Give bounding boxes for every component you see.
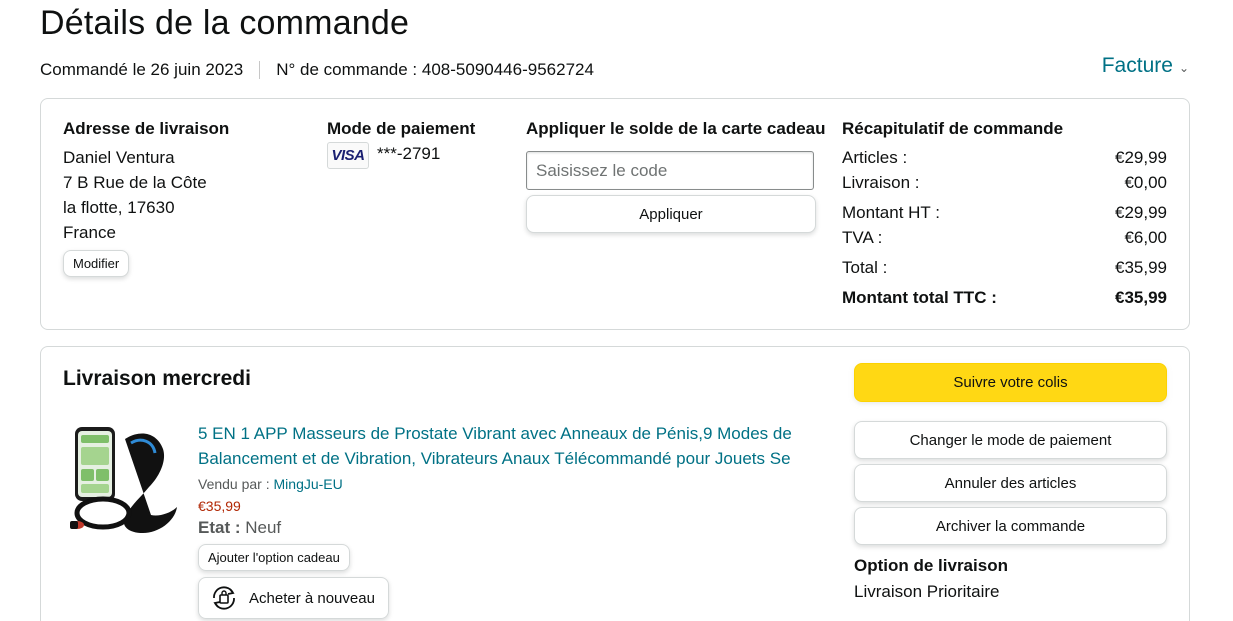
- summary-value: €29,99: [1115, 203, 1167, 222]
- payment-heading: Mode de paiement: [327, 119, 476, 138]
- order-number: N° de commande : 408-5090446-9562724: [276, 60, 594, 79]
- sold-by: Vendu par : MingJu-EU: [198, 476, 828, 492]
- address-line: France: [63, 223, 116, 242]
- change-payment-button[interactable]: Changer le mode de paiement: [854, 421, 1167, 459]
- address-line: la flotte, 17630: [63, 198, 175, 217]
- delivery-title: Livraison mercredi: [63, 367, 251, 390]
- summary-label: Total :: [842, 258, 888, 277]
- delivery-actions: Suivre votre colis Changer le mode de pa…: [854, 363, 1167, 602]
- summary-total-row: Montant total TTC : €35,99: [842, 285, 1167, 310]
- summary-row: Articles : €29,99: [842, 145, 1167, 170]
- buy-again-icon: [213, 586, 235, 610]
- cancel-items-button[interactable]: Annuler des articles: [854, 464, 1167, 502]
- address-line: Daniel Ventura: [63, 148, 175, 167]
- page-title: Détails de la commande: [40, 4, 410, 42]
- summary-label: Articles :: [842, 148, 908, 167]
- apply-gift-button[interactable]: Appliquer: [526, 195, 816, 233]
- summary-label: TVA :: [842, 228, 883, 247]
- summary-row: Montant HT : €29,99: [842, 200, 1167, 225]
- summary-value: €6,00: [1124, 228, 1167, 247]
- payment-card: VISA ***-2791: [327, 142, 475, 169]
- shipping-option-label: Option de livraison: [854, 556, 1008, 575]
- gift-option-button[interactable]: Ajouter l'option cadeau: [198, 544, 350, 571]
- delivery-panel: Livraison mercredi 5 EN 1 APP Masseurs d…: [40, 346, 1190, 621]
- order-meta: Commandé le 26 juin 2023 N° de commande …: [40, 60, 594, 80]
- gift-card-heading: Appliquer le solde de la carte cadeau: [526, 119, 826, 138]
- product-info: 5 EN 1 APP Masseurs de Prostate Vibrant …: [198, 421, 828, 619]
- order-summary-section: Récapitulatif de commande Articles : €29,…: [842, 119, 1167, 310]
- summary-value: €35,99: [1115, 288, 1167, 307]
- archive-order-button[interactable]: Archiver la commande: [854, 507, 1167, 545]
- buy-again-label: Acheter à nouveau: [249, 589, 375, 607]
- summary-heading: Récapitulatif de commande: [842, 119, 1064, 138]
- gift-card-section: Appliquer le solde de la carte cadeau Ap…: [526, 119, 826, 233]
- condition-value: Neuf: [245, 518, 282, 537]
- summary-value: €0,00: [1124, 173, 1167, 192]
- track-package-button[interactable]: Suivre votre colis: [854, 363, 1167, 402]
- summary-value: €35,99: [1115, 258, 1167, 277]
- shipping-address-section: Adresse de livraison Daniel Ventura 7 B …: [63, 119, 229, 277]
- order-info-panel: Adresse de livraison Daniel Ventura 7 B …: [40, 98, 1190, 330]
- summary-label: Livraison :: [842, 173, 920, 192]
- invoice-dropdown[interactable]: Facture ⌄: [1102, 54, 1189, 78]
- summary-row: TVA : €6,00: [842, 225, 1167, 250]
- product-price: €35,99: [198, 498, 241, 514]
- card-number: ***-2791: [377, 144, 441, 163]
- invoice-label: Facture: [1101, 54, 1173, 77]
- order-date: Commandé le 26 juin 2023: [40, 60, 244, 79]
- condition-label: Etat :: [198, 518, 241, 537]
- sold-by-label: Vendu par :: [198, 476, 270, 492]
- payment-section: Mode de paiement VISA ***-2791: [327, 119, 475, 169]
- summary-row: Livraison : €0,00: [842, 170, 1167, 195]
- product-image[interactable]: [67, 421, 183, 537]
- chevron-down-icon: ⌄: [1178, 61, 1189, 75]
- buy-again-button[interactable]: Acheter à nouveau: [198, 577, 389, 619]
- product-condition: Etat : Neuf: [198, 518, 828, 538]
- shipping-address-heading: Adresse de livraison: [63, 119, 230, 138]
- address-line: 7 B Rue de la Côte: [63, 173, 207, 192]
- summary-label: Montant total TTC :: [842, 288, 997, 307]
- visa-icon: VISA: [327, 142, 369, 169]
- shipping-option-value: Livraison Prioritaire: [854, 582, 1000, 601]
- summary-label: Montant HT :: [842, 203, 940, 222]
- seller-link[interactable]: MingJu-EU: [274, 476, 343, 492]
- gift-code-input[interactable]: [526, 151, 814, 190]
- edit-address-button[interactable]: Modifier: [63, 250, 130, 277]
- summary-row: Total : €35,99: [842, 255, 1167, 280]
- summary-value: €29,99: [1115, 148, 1167, 167]
- product-title-link[interactable]: 5 EN 1 APP Masseurs de Prostate Vibrant …: [198, 421, 828, 471]
- meta-divider: [259, 61, 261, 79]
